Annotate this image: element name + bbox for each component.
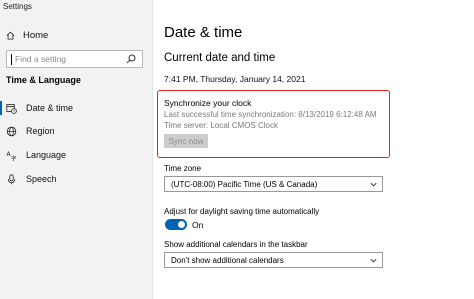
home-link[interactable]: Home <box>6 28 48 42</box>
dst-label: Adjust for daylight saving time automati… <box>164 207 320 216</box>
timezone-value: (UTC-08:00) Pacific Time (US & Canada) <box>171 179 318 189</box>
calendars-label: Show additional calendars in the taskbar <box>164 240 308 249</box>
toggle-knob <box>178 221 185 228</box>
calendars-dropdown[interactable]: Don't show additional calendars <box>164 252 383 268</box>
sidebar-item-label: Region <box>26 126 55 136</box>
timezone-dropdown[interactable]: (UTC-08:00) Pacific Time (US & Canada) <box>164 176 383 192</box>
home-label: Home <box>23 29 49 41</box>
time-server-text: Time server: Local CMOS Clock <box>164 121 278 130</box>
language-icon: A字 <box>6 150 18 161</box>
search-icon[interactable] <box>124 52 138 66</box>
sidebar-item-label: Language <box>26 150 67 160</box>
section-title: Time & Language <box>6 75 81 85</box>
sync-title: Synchronize your clock <box>164 98 252 108</box>
app-title: Settings <box>3 2 32 11</box>
sidebar-item-date-time[interactable]: Date & time <box>0 97 152 119</box>
sidebar-item-speech[interactable]: Speech <box>0 168 152 190</box>
sync-now-button[interactable]: Sync now <box>164 134 208 148</box>
timezone-label: Time zone <box>164 164 202 173</box>
dst-toggle[interactable] <box>165 219 187 230</box>
text-caret <box>11 53 12 65</box>
sidebar-item-label: Date & time <box>26 103 74 113</box>
sidebar-item-region[interactable]: Region <box>0 120 152 142</box>
toggle-state-text: On <box>192 220 204 230</box>
current-time: 7:41 PM, Thursday, January 14, 2021 <box>164 74 306 84</box>
sidebar-item-label: Speech <box>26 174 57 184</box>
calendars-value: Don't show additional calendars <box>171 255 284 265</box>
search-input[interactable]: Find a setting <box>6 50 143 68</box>
globe-icon <box>6 126 17 137</box>
chevron-down-icon <box>370 182 377 187</box>
search-placeholder: Find a setting <box>15 54 67 64</box>
calendar-clock-icon <box>6 103 17 114</box>
svg-text:字: 字 <box>11 154 17 161</box>
microphone-icon <box>6 173 17 185</box>
sidebar-item-language[interactable]: A字 Language <box>0 144 152 166</box>
section-subtitle: Current date and time <box>164 52 276 64</box>
home-icon <box>6 31 15 40</box>
main-content: Date & time Current date and time 7:41 P… <box>157 0 474 299</box>
chevron-down-icon <box>370 258 377 263</box>
sidebar: Settings Home Find a setting Time & Lang… <box>0 0 153 299</box>
page-title: Date & time <box>164 24 243 41</box>
last-sync-text: Last successful time synchronization: 8/… <box>164 110 377 119</box>
